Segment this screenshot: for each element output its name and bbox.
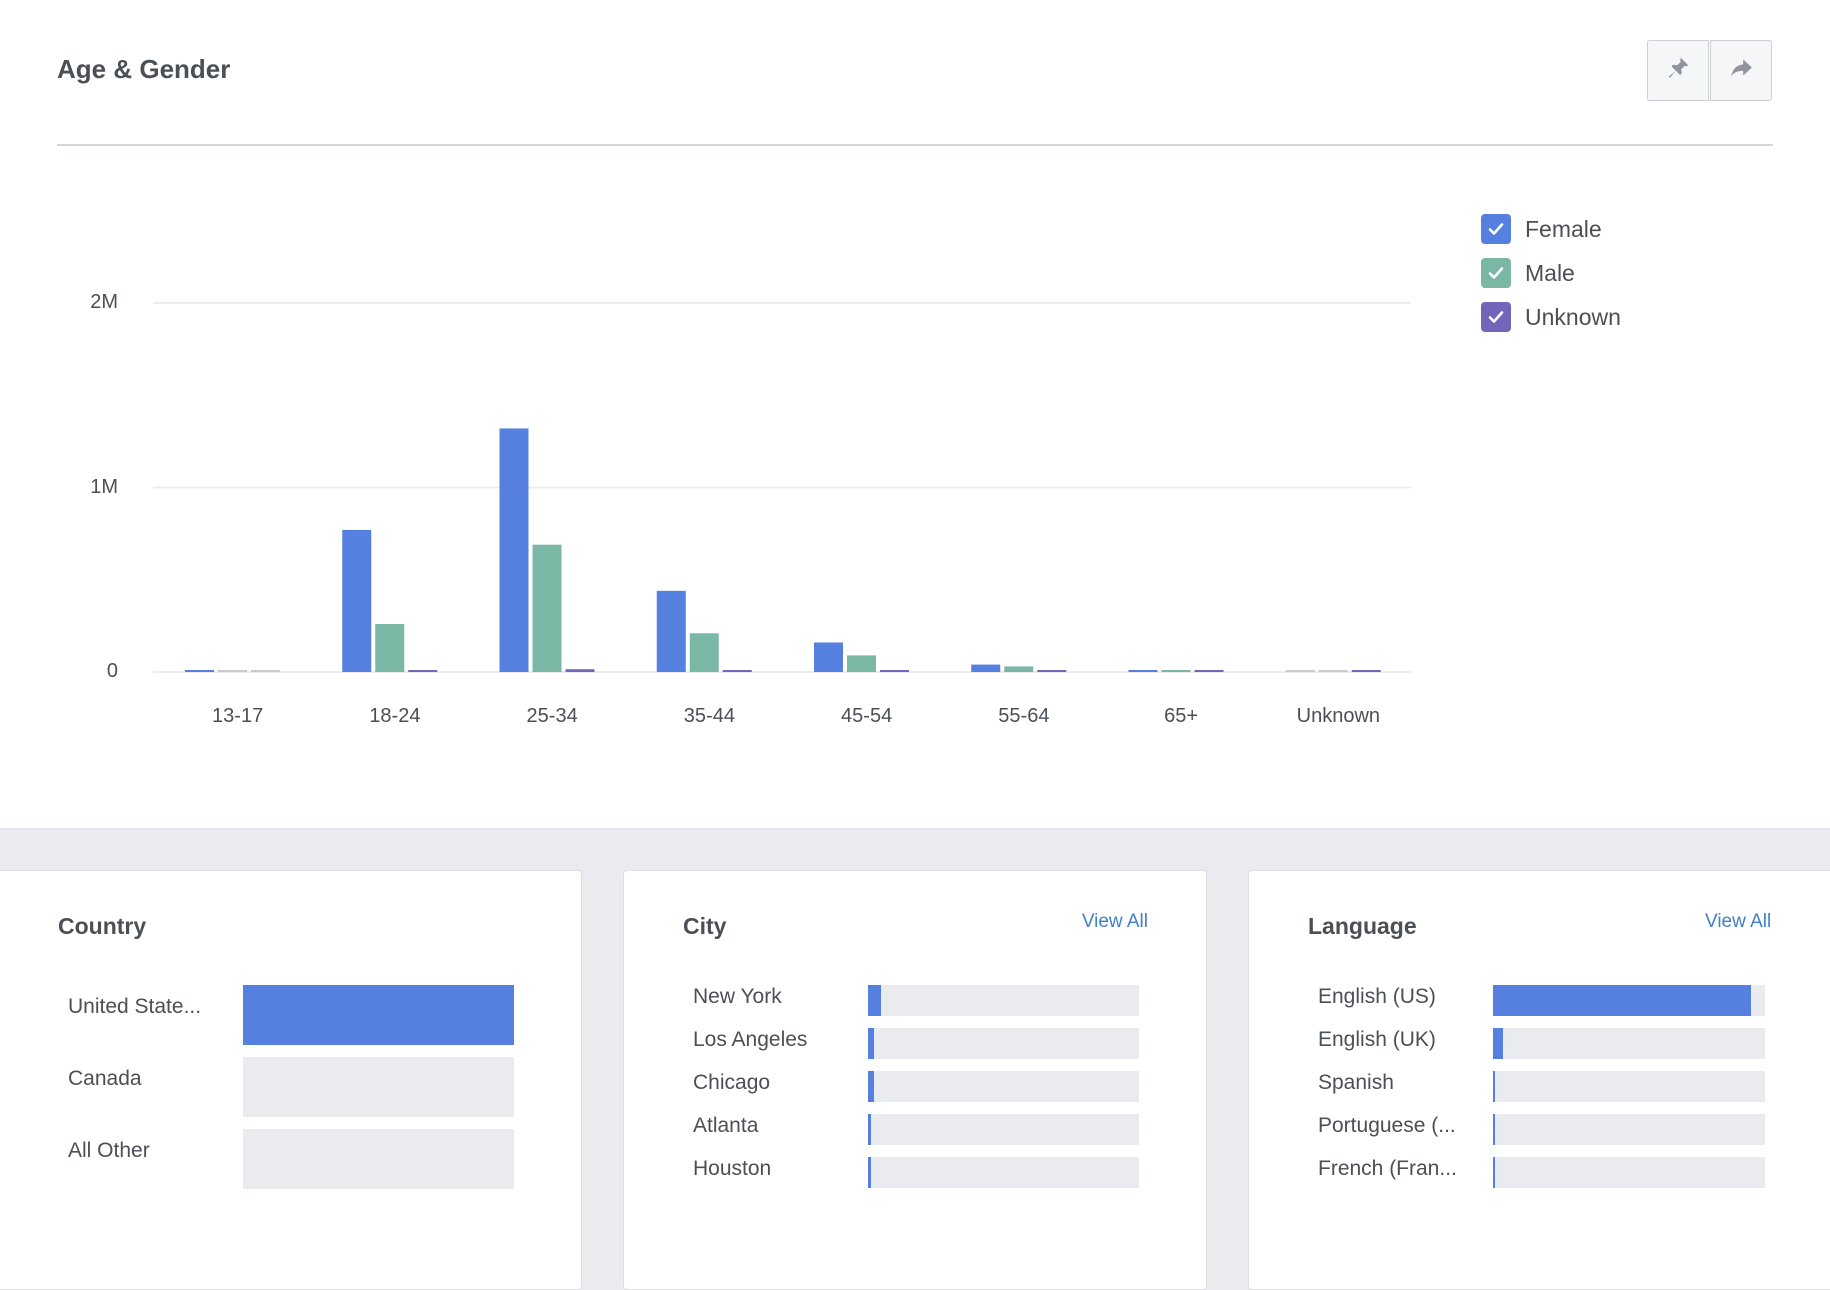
country-row-label: All Other xyxy=(68,1139,150,1162)
city-row-label: New York xyxy=(693,985,782,1008)
language-row-label: English (UK) xyxy=(1318,1028,1436,1051)
bar-female-unknown[interactable] xyxy=(1285,670,1315,672)
bar-unknown-55-64[interactable] xyxy=(1037,670,1067,672)
share-icon xyxy=(1728,55,1754,86)
age-gender-panel: Age & Gender 0 1M 2M 13-17 18-24 25-34 35-44 4… xyxy=(0,0,1830,829)
x-tick-label: 35-44 xyxy=(683,705,735,727)
bar-male-65+[interactable] xyxy=(1161,670,1191,672)
x-tick-label: 45-54 xyxy=(841,705,893,727)
country-card: Country United State... Canada All Other xyxy=(0,870,582,1290)
language-bar-fill xyxy=(1493,1114,1495,1145)
city-row-label: Chicago xyxy=(693,1071,771,1094)
bar-female-45-54[interactable] xyxy=(814,642,843,672)
language-row-label: English (US) xyxy=(1318,985,1436,1008)
country-bar-track[interactable] xyxy=(243,985,514,1045)
legend-item-female[interactable]: Female xyxy=(1481,214,1621,244)
bar-female-18-24[interactable] xyxy=(342,529,372,672)
bar-unknown-35-44[interactable] xyxy=(722,670,752,672)
city-bar-fill xyxy=(868,1028,875,1059)
city-bar-fill xyxy=(868,985,881,1016)
language-bar-track[interactable] xyxy=(1493,985,1765,1016)
legend-label: Unknown xyxy=(1525,303,1621,330)
language-bar-track[interactable] xyxy=(1493,1114,1765,1145)
city-bar-track[interactable] xyxy=(868,1071,1139,1102)
x-tick-label: Unknown xyxy=(1296,705,1381,727)
bar-unknown-13-17[interactable] xyxy=(251,670,280,672)
bar-female-25-34[interactable] xyxy=(499,428,529,672)
pin-icon xyxy=(1665,55,1691,86)
bar-male-25-34[interactable] xyxy=(532,544,562,672)
language-view-all-link[interactable]: View All xyxy=(1705,911,1771,933)
city-bar-track[interactable] xyxy=(868,1114,1139,1145)
y-tick-label: 2M xyxy=(90,291,118,313)
country-bar-track[interactable] xyxy=(243,1057,514,1117)
city-row-label: Los Angeles xyxy=(693,1028,808,1051)
share-button[interactable] xyxy=(1710,40,1772,101)
country-row-label: United State... xyxy=(68,995,202,1018)
city-bar-track[interactable] xyxy=(868,1157,1139,1188)
country-bar-track[interactable] xyxy=(243,1129,514,1189)
language-bar-fill xyxy=(1493,1028,1503,1059)
language-bar-fill xyxy=(1493,1157,1495,1188)
country-row-label: Canada xyxy=(68,1067,142,1090)
x-tick-label: 25-34 xyxy=(526,705,578,727)
bar-female-55-64[interactable] xyxy=(971,664,1001,672)
bar-unknown-18-24[interactable] xyxy=(408,670,438,672)
x-tick-label: 18-24 xyxy=(369,705,421,727)
chart-legend: Female Male Unknown xyxy=(1481,214,1621,346)
y-tick-label: 0 xyxy=(106,660,118,682)
language-bar-track[interactable] xyxy=(1493,1071,1765,1102)
city-row-label: Atlanta xyxy=(693,1114,759,1137)
x-tick-label: 55-64 xyxy=(998,705,1050,727)
city-card: City View All New York Los Angeles Chicago… xyxy=(623,870,1207,1290)
x-tick-label: 13-17 xyxy=(212,705,264,727)
city-bar-fill xyxy=(868,1071,875,1102)
y-tick-label: 1M xyxy=(90,475,118,498)
bar-unknown-25-34[interactable] xyxy=(565,669,595,672)
language-row-label: Portuguese (... xyxy=(1318,1114,1456,1137)
city-view-all-link[interactable]: View All xyxy=(1082,911,1148,933)
bar-male-45-54[interactable] xyxy=(847,655,876,672)
language-row-label: French (Fran... xyxy=(1318,1157,1457,1180)
bar-unknown-65+[interactable] xyxy=(1194,670,1224,672)
bar-unknown-unknown[interactable] xyxy=(1351,670,1381,672)
bar-male-unknown[interactable] xyxy=(1318,670,1348,672)
city-bar-fill xyxy=(868,1114,871,1145)
bar-male-35-44[interactable] xyxy=(689,633,719,672)
bar-male-13-17[interactable] xyxy=(218,670,247,672)
x-tick-label: 65+ xyxy=(1164,705,1199,727)
header-actions xyxy=(1647,40,1772,101)
city-title: City xyxy=(683,913,727,939)
legend-item-unknown[interactable]: Unknown xyxy=(1481,302,1621,332)
city-row-label: Houston xyxy=(693,1157,772,1180)
city-bar-fill xyxy=(868,1157,871,1188)
checkbox-icon[interactable] xyxy=(1481,302,1511,332)
legend-item-male[interactable]: Male xyxy=(1481,258,1621,288)
checkbox-icon[interactable] xyxy=(1481,214,1511,244)
checkbox-icon[interactable] xyxy=(1481,258,1511,288)
language-bar-fill xyxy=(1493,985,1752,1016)
bar-male-18-24[interactable] xyxy=(375,624,405,672)
legend-label: Female xyxy=(1525,215,1602,242)
chart-svg xyxy=(153,302,1411,673)
language-bar-track[interactable] xyxy=(1493,1157,1765,1188)
bar-female-35-44[interactable] xyxy=(656,590,686,672)
bar-female-13-17[interactable] xyxy=(185,670,214,672)
city-bar-track[interactable] xyxy=(868,1028,1139,1059)
city-bar-track[interactable] xyxy=(868,985,1139,1016)
language-card: Language View All English (US) English (U… xyxy=(1248,870,1830,1290)
country-bar-fill xyxy=(243,985,514,1045)
language-bar-track[interactable] xyxy=(1493,1028,1765,1059)
language-title: Language xyxy=(1308,913,1417,939)
language-row-label: Spanish xyxy=(1318,1071,1394,1094)
pin-button[interactable] xyxy=(1647,40,1709,101)
legend-label: Male xyxy=(1525,259,1575,286)
language-bar-fill xyxy=(1493,1071,1495,1102)
bar-unknown-45-54[interactable] xyxy=(880,670,909,672)
bar-male-55-64[interactable] xyxy=(1004,666,1034,672)
bar-female-65+[interactable] xyxy=(1128,670,1158,672)
country-title: Country xyxy=(58,913,147,939)
age-gender-chart: 0 1M 2M 13-17 18-24 25-34 35-44 45-54 55-64 65+ U… xyxy=(0,0,1450,760)
